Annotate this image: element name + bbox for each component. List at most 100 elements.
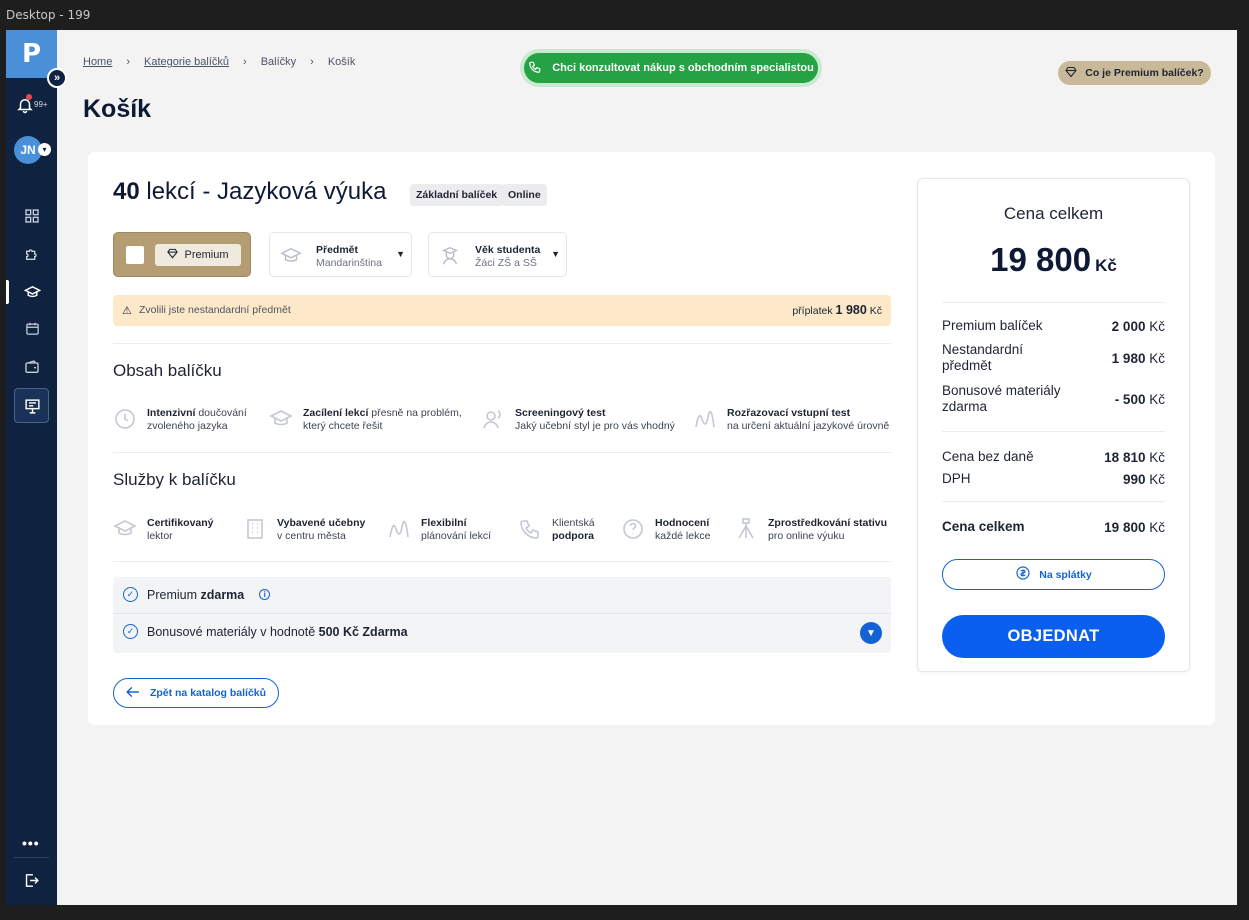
subject-select[interactable]: Předmět Mandarinština ▼: [269, 232, 412, 277]
chevron-down-icon[interactable]: ▼: [860, 622, 882, 644]
breadcrumb-categories[interactable]: Kategorie balíčků: [144, 56, 229, 68]
premium-checkbox[interactable]: [126, 246, 144, 264]
presentation-icon: [22, 396, 42, 416]
student-icon: [439, 245, 461, 272]
line-value: 1 980: [1111, 350, 1146, 366]
divider: [942, 431, 1165, 432]
info-icon[interactable]: i: [259, 589, 271, 600]
line-currency: Kč: [1149, 350, 1165, 366]
line-label: Cena bez daně: [942, 449, 1034, 464]
graduation-cap-icon: [269, 407, 293, 431]
service-line2: pro online výuku: [768, 530, 845, 542]
check-circle-icon: ✓: [123, 624, 138, 639]
puzzle-icon[interactable]: [22, 244, 42, 264]
installments-button[interactable]: Na splátky: [942, 559, 1165, 590]
line-currency: Kč: [1149, 449, 1165, 465]
premium-info-button[interactable]: Co je Premium balíček?: [1058, 61, 1211, 85]
benefit-label: Premium: [147, 587, 201, 602]
chevron-down-icon: ▼: [396, 249, 405, 259]
divider: [113, 561, 891, 562]
benefit-bonus-materials: ✓ Bonusové materiály v hodnotě 500 Kč Zd…: [123, 624, 408, 639]
line-label: Bonusové materiály zdarma: [942, 383, 1061, 414]
logout-icon[interactable]: [23, 872, 40, 894]
divider: [942, 302, 1165, 303]
subject-label: Předmět: [316, 244, 359, 256]
graduation-cap-icon[interactable]: [22, 282, 42, 302]
coins-icon: [1015, 565, 1031, 584]
student-age-label: Věk studenta: [475, 244, 541, 256]
cart-card: 40 lekcí - Jazyková výuka Základní balíč…: [88, 152, 1215, 725]
service-certified-tutor: Certifikovaný lektor: [113, 517, 214, 543]
notification-count: 99+: [34, 100, 48, 109]
divider: [113, 343, 891, 344]
package-title-number: 40: [113, 178, 140, 205]
content-section-title: Obsah balíčku: [113, 361, 222, 380]
service-line2: v centru města: [277, 530, 346, 542]
expand-sidebar-button[interactable]: »: [47, 68, 67, 88]
service-line2: plánování lekcí: [421, 530, 492, 542]
grand-total-label: Cena celkem: [942, 519, 1025, 534]
premium-info-label: Co je Premium balíček?: [1085, 67, 1204, 79]
surcharge-amount: příplatek 1 980 Kč: [792, 303, 882, 317]
student-age-value: Žáci ZŠ a SŠ: [475, 257, 537, 269]
wave-icon: [387, 517, 411, 541]
student-age-select[interactable]: Věk studenta Žáci ZŠ a SŠ ▼: [428, 232, 567, 277]
sidebar-divider: [14, 857, 49, 858]
service-line1: Klientská: [552, 517, 595, 529]
service-lesson-rating: Hodnocení každé lekce: [621, 517, 710, 543]
summary-total: 19 800 Kč: [918, 241, 1189, 279]
chevron-down-icon: ▼: [551, 249, 560, 259]
diamond-icon: [1065, 66, 1077, 81]
feature-bold: Screeningový test: [515, 407, 606, 419]
feature-targeting: Zacílení lekcí přesně na problém, který c…: [269, 407, 462, 433]
benefit-premium-free: ✓ Premium zdarma i: [123, 587, 271, 602]
summary-line-premium: Premium balíček 2 000 Kč: [942, 318, 1165, 334]
summary-line-bonus: Bonusové materiály zdarma - 500 Kč: [942, 383, 1165, 415]
order-button[interactable]: OBJEDNAT: [942, 615, 1165, 658]
divider: [113, 613, 891, 614]
back-to-catalog-button[interactable]: Zpět na katalog balíčků: [113, 678, 279, 708]
breadcrumb-separator: ›: [126, 56, 131, 68]
grand-total-value: 19 800: [1104, 519, 1146, 535]
breadcrumb-home[interactable]: Home: [83, 56, 112, 68]
summary-line-nonstandard: Nestandardní předmět 1 980 Kč: [942, 342, 1165, 374]
calendar-icon[interactable]: [22, 318, 42, 338]
question-icon: [621, 517, 645, 541]
breadcrumb-separator: ›: [243, 56, 247, 68]
frame-title: Desktop - 199: [6, 8, 91, 22]
tag-basic: Základní balíček: [410, 184, 504, 206]
chevron-down-icon[interactable]: ▾: [38, 143, 51, 156]
graduation-cap-icon: [280, 245, 302, 272]
price-summary: Cena celkem 19 800 Kč Premium balíček 2 0…: [917, 178, 1190, 672]
tripod-icon: [734, 517, 758, 541]
benefit-label: Bonusové materiály v hodnotě: [147, 624, 319, 639]
premium-toggle[interactable]: Premium: [113, 232, 251, 277]
app-screen: P » 99+ JN ▾ ••• Home › Kategorie balíčk…: [6, 30, 1237, 905]
surcharge-warning: ⚠ Zvolili jste nestandardní předmět příp…: [113, 295, 891, 326]
feature-screening: Screeningový test Jaký učební styl je pro…: [481, 407, 675, 433]
divider: [113, 452, 891, 453]
line-value: - 500: [1114, 391, 1146, 407]
benefit-bold: 500 Kč Zdarma: [318, 624, 408, 639]
surcharge-currency: Kč: [869, 305, 882, 317]
service-classrooms: Vybavené učebny v centru města: [243, 517, 365, 543]
line-label: Nestandardní předmět: [942, 342, 1024, 373]
feature-placement-test: Rozřazovací vstupní test na určení aktuál…: [693, 407, 889, 433]
check-circle-icon: ✓: [123, 587, 138, 602]
breadcrumb-separator: ›: [310, 56, 314, 68]
feature-line2: zvoleného jazyka: [147, 420, 228, 432]
breadcrumb-packages[interactable]: Balíčky: [261, 56, 296, 68]
feature-intensive: Intenzivní doučování zvoleného jazyka: [113, 407, 247, 433]
benefit-text: Premium zdarma: [147, 588, 244, 602]
summary-total-value: 19 800: [990, 241, 1092, 278]
back-button-label: Zpět na katalog balíčků: [149, 687, 267, 699]
wallet-icon[interactable]: [22, 357, 42, 377]
arrow-left-icon: [126, 686, 140, 701]
more-icon[interactable]: •••: [22, 835, 40, 851]
consult-button[interactable]: Chci konzultovat nákup s obchodním speci…: [520, 49, 822, 87]
bell-icon[interactable]: [16, 96, 34, 119]
summary-line-vat: DPH 990 Kč: [942, 471, 1165, 487]
line-label: DPH: [942, 471, 971, 486]
dashboard-icon[interactable]: [22, 206, 42, 226]
feature-line2: Jaký učební styl je pro vás vhodný: [515, 420, 675, 432]
